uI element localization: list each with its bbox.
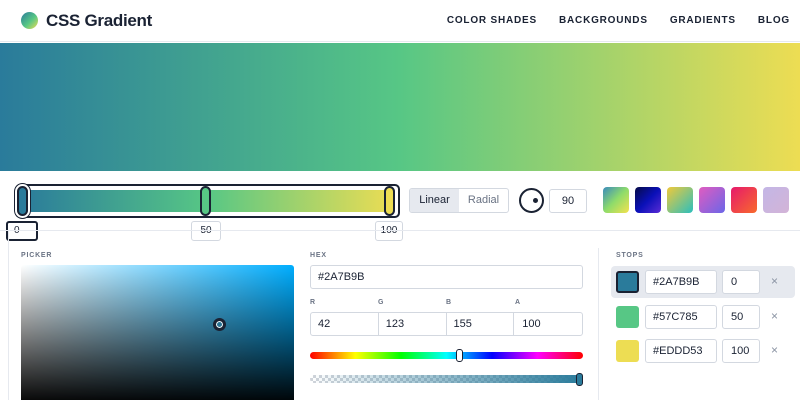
b-input[interactable]: 155 xyxy=(447,313,515,335)
b-label: B xyxy=(446,299,452,306)
stop-handle-2[interactable] xyxy=(384,186,395,216)
stop-pos-input-1[interactable]: 50 xyxy=(722,305,760,329)
preset-swatch-5[interactable] xyxy=(731,187,757,213)
r-input[interactable]: 42 xyxy=(311,313,379,335)
logo-text[interactable]: CSS Gradient xyxy=(46,11,152,31)
angle-input[interactable]: 90 xyxy=(549,189,587,213)
stop-row-0[interactable]: #2A7B9B 0 × xyxy=(611,266,795,298)
main-nav: COLOR SHADES BACKGROUNDS GRADIENTS BLOG xyxy=(447,15,790,26)
type-linear-button[interactable]: Linear xyxy=(410,189,459,212)
alpha-slider[interactable] xyxy=(310,375,583,383)
picker-label: PICKER xyxy=(21,252,53,259)
stop-pos-input-2[interactable]: 100 xyxy=(722,339,760,363)
picker-cursor[interactable] xyxy=(213,318,226,331)
stop-position-input-1[interactable]: 50 xyxy=(191,221,221,241)
stop-row-2[interactable]: #EDDD53 100 × xyxy=(611,335,795,367)
color-picker-area[interactable] xyxy=(21,265,294,400)
stop-handle-0[interactable] xyxy=(17,186,28,216)
nav-color-shades[interactable]: COLOR SHADES xyxy=(447,15,537,26)
stop-swatch-1[interactable] xyxy=(616,306,639,328)
stop-hex-input-1[interactable]: #57C785 xyxy=(645,305,717,329)
stop-position-input-2[interactable]: 100 xyxy=(375,221,403,241)
remove-stop-icon[interactable]: × xyxy=(771,343,778,357)
remove-stop-icon[interactable]: × xyxy=(771,309,778,323)
nav-gradients[interactable]: GRADIENTS xyxy=(670,15,736,26)
a-input[interactable]: 100 xyxy=(514,313,582,335)
stop-pos-input-0[interactable]: 0 xyxy=(722,270,760,294)
angle-dial-icon[interactable] xyxy=(519,188,544,213)
stop-hex-input-2[interactable]: #EDDD53 xyxy=(645,339,717,363)
nav-backgrounds[interactable]: BACKGROUNDS xyxy=(559,15,648,26)
preset-swatch-4[interactable] xyxy=(699,187,725,213)
stop-swatch-2[interactable] xyxy=(616,340,639,362)
preset-list xyxy=(603,187,789,213)
alpha-slider-thumb[interactable] xyxy=(576,373,583,386)
hue-slider[interactable] xyxy=(310,352,583,359)
g-label: G xyxy=(378,299,385,306)
site-header: CSS Gradient COLOR SHADES BACKGROUNDS GR… xyxy=(0,0,800,42)
preset-swatch-2[interactable] xyxy=(635,187,661,213)
hue-slider-thumb[interactable] xyxy=(456,349,463,362)
stop-position-input-0[interactable]: 0 xyxy=(6,221,38,241)
stop-handle-1[interactable] xyxy=(200,186,211,216)
a-label: A xyxy=(515,299,521,306)
section-divider xyxy=(0,230,800,231)
gradient-preview xyxy=(0,43,800,171)
stop-hex-input-0[interactable]: #2A7B9B xyxy=(645,270,717,294)
stops-label: STOPS xyxy=(616,252,644,259)
stop-swatch-0[interactable] xyxy=(616,271,639,293)
logo-icon[interactable] xyxy=(21,12,38,29)
hex-input[interactable]: #2A7B9B xyxy=(310,265,583,289)
stops-column-divider xyxy=(598,248,599,400)
nav-blog[interactable]: BLOG xyxy=(758,15,790,26)
type-radial-button[interactable]: Radial xyxy=(459,189,508,212)
remove-stop-icon[interactable]: × xyxy=(771,274,778,288)
left-edge-divider xyxy=(8,230,9,400)
rgba-inputs: 42 123 155 100 xyxy=(310,312,583,336)
preset-swatch-1[interactable] xyxy=(603,187,629,213)
stop-row-1[interactable]: #57C785 50 × xyxy=(611,301,795,333)
hex-label: HEX xyxy=(310,252,327,259)
r-label: R xyxy=(310,299,316,306)
gradient-type-toggle: Linear Radial xyxy=(409,188,509,213)
preset-swatch-3[interactable] xyxy=(667,187,693,213)
g-input[interactable]: 123 xyxy=(379,313,447,335)
preset-swatch-6[interactable] xyxy=(763,187,789,213)
